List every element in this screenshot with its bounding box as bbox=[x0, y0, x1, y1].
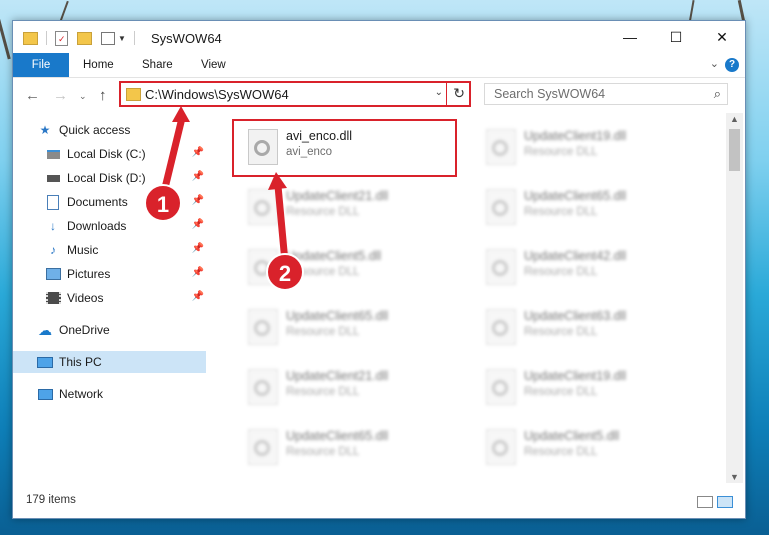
annotation-arrows bbox=[161, 106, 289, 263]
arrow-to-address-bar bbox=[161, 117, 186, 189]
step-2-badge: 2 bbox=[266, 253, 304, 291]
arrow-head-icon bbox=[172, 106, 190, 122]
arrow-head-icon bbox=[268, 172, 287, 190]
arrow-to-file bbox=[274, 185, 289, 263]
step-1-badge: 1 bbox=[144, 184, 182, 222]
